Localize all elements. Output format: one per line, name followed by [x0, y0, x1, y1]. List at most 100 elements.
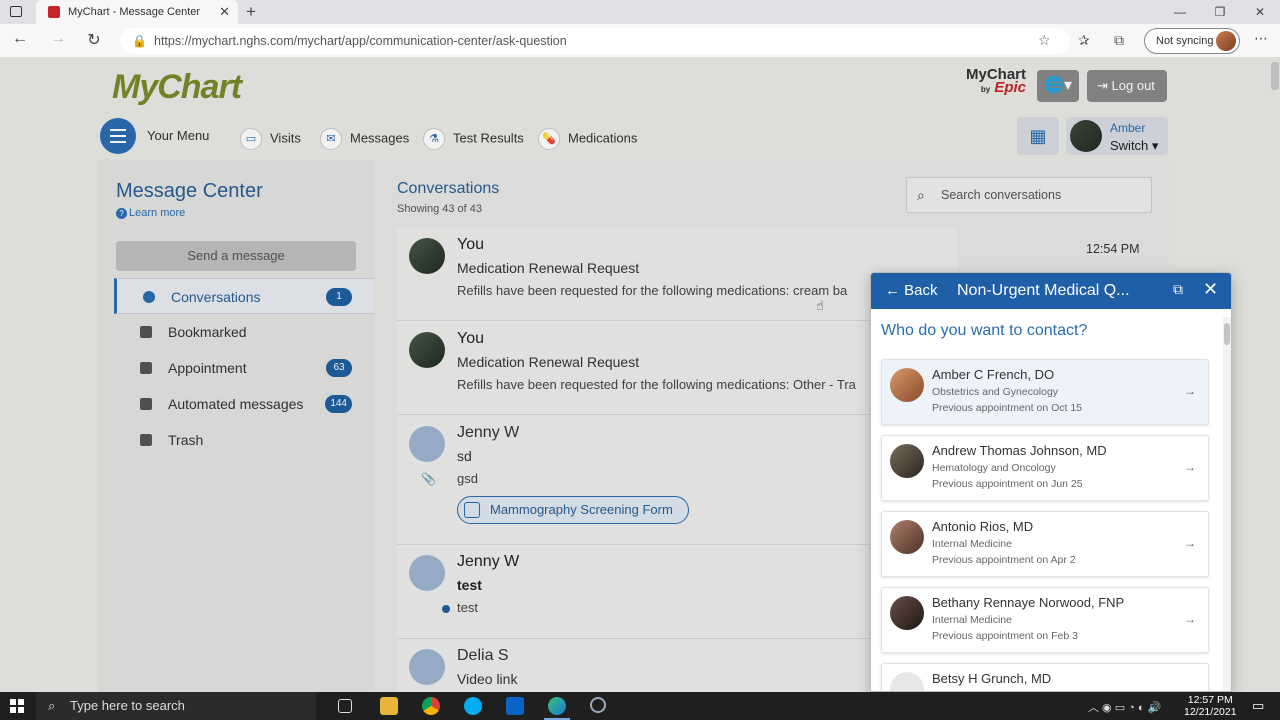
- send-message-button[interactable]: Send a message: [116, 241, 356, 271]
- provider-card[interactable]: Antonio Rios, MD Internal Medicine Previ…: [881, 511, 1209, 577]
- minimize-icon[interactable]: —: [1160, 0, 1200, 24]
- folder-icon: [140, 398, 152, 410]
- file-explorer-icon[interactable]: [380, 697, 398, 715]
- scrollbar-thumb[interactable]: [1224, 323, 1230, 345]
- folder-appointment[interactable]: Appointment 63: [114, 350, 374, 386]
- provider-card[interactable]: Amber C French, DO Obstetrics and Gyneco…: [881, 359, 1209, 425]
- qr-code-button[interactable]: ▦: [1017, 117, 1059, 155]
- your-menu-label[interactable]: Your Menu: [147, 128, 209, 143]
- skype-icon[interactable]: [464, 697, 482, 715]
- new-tab-icon[interactable]: +: [246, 2, 256, 22]
- provider-photo: [890, 596, 924, 630]
- conversation-sender: Jenny W: [457, 553, 520, 570]
- nav-messages[interactable]: ✉ Messages: [320, 128, 409, 150]
- hamburger-menu-icon[interactable]: [100, 118, 136, 154]
- folder-trash[interactable]: Trash: [114, 422, 374, 458]
- conversation-sender: You: [457, 236, 484, 253]
- form-icon: [464, 502, 480, 518]
- edge-icon[interactable]: [544, 697, 570, 720]
- outlook-icon[interactable]: [506, 697, 524, 715]
- pill-icon: 💊: [538, 128, 560, 150]
- back-arrow-icon[interactable]: ←: [8, 30, 32, 48]
- search-icon: ⌕: [48, 698, 56, 713]
- close-window-icon[interactable]: ✕: [1240, 0, 1280, 24]
- conversation-subject: Video link: [457, 671, 518, 687]
- browser-tab[interactable]: MyChart - Message Center ✕: [36, 0, 238, 24]
- folder-label: Appointment: [168, 360, 247, 376]
- logout-button[interactable]: ⇥ Log out: [1087, 70, 1167, 102]
- dialog-scrollbar[interactable]: [1223, 317, 1231, 691]
- provider-card[interactable]: Betsy H Grunch, MD: [881, 663, 1209, 691]
- brand-epic: Epic: [994, 79, 1027, 96]
- provider-card[interactable]: Andrew Thomas Johnson, MD Hematology and…: [881, 435, 1209, 501]
- dialog-question: Who do you want to contact?: [881, 322, 1088, 339]
- folder-label: Automated messages: [168, 396, 304, 412]
- avatar: [409, 555, 445, 591]
- nav-visits[interactable]: ▭ Visits: [240, 128, 301, 150]
- count-badge: 144: [325, 395, 352, 413]
- back-button[interactable]: ← Back: [885, 282, 938, 299]
- arrow-right-icon: →: [1184, 612, 1196, 626]
- mychart-logo[interactable]: MyChart: [112, 68, 242, 107]
- questionnaire-attachment[interactable]: Mammography Screening Form: [457, 496, 689, 524]
- taskbar-search-input[interactable]: ⌕ Type here to search: [36, 692, 316, 720]
- nav-test-results[interactable]: ⚗ Test Results: [423, 128, 524, 150]
- url-field[interactable]: 🔒 https://mychart.nghs.com/mychart/app/c…: [120, 28, 1070, 54]
- user-avatar: [1070, 120, 1102, 152]
- reload-icon[interactable]: ↻: [82, 30, 106, 50]
- folder-automated-messages[interactable]: Automated messages 144: [114, 386, 374, 422]
- arrow-right-icon: →: [1184, 460, 1196, 474]
- mychart-by-epic-logo: MyChart by Epic: [966, 67, 1027, 96]
- forward-arrow-icon[interactable]: →: [46, 30, 70, 48]
- profile-avatar: [1216, 31, 1236, 51]
- sync-status-button[interactable]: Not syncing: [1144, 28, 1240, 54]
- language-button[interactable]: 🌐▾: [1037, 70, 1079, 102]
- logout-label: Log out: [1111, 78, 1155, 93]
- page-scrollbar[interactable]: [1271, 62, 1279, 90]
- arrow-right-icon: →: [1184, 536, 1196, 550]
- browser-menu-icon[interactable]: ⋯: [1254, 30, 1268, 47]
- attachment-label: Mammography Screening Form: [490, 502, 673, 517]
- folder-bookmarked[interactable]: Bookmarked: [114, 314, 374, 350]
- envelope-icon: ✉: [320, 128, 342, 150]
- folder-label: Bookmarked: [168, 324, 247, 340]
- nav-medications[interactable]: 💊 Medications: [538, 128, 637, 150]
- windows-start-icon[interactable]: [10, 699, 24, 713]
- conversations-title: Conversations: [397, 180, 500, 197]
- conversation-subject: Medication Renewal Request: [457, 354, 640, 370]
- help-icon: ?: [116, 208, 127, 219]
- chrome-icon[interactable]: [422, 697, 440, 715]
- conversation-preview: Refills have been requested for the foll…: [457, 377, 856, 392]
- collections-icon[interactable]: ⧉: [1114, 32, 1124, 49]
- lock-icon[interactable]: 🔒: [132, 28, 147, 54]
- switch-account-button[interactable]: Amber Switch ▾: [1066, 117, 1168, 155]
- conversation-subject: test: [457, 577, 482, 593]
- conversation-search-input[interactable]: ⌕ Search conversations: [906, 177, 1152, 213]
- url-text: https://mychart.nghs.com/mychart/app/com…: [154, 34, 567, 48]
- maximize-icon[interactable]: ❐: [1200, 0, 1240, 24]
- sidebar-toggle-icon[interactable]: [10, 6, 22, 17]
- provider-name: Andrew Thomas Johnson, MD: [932, 443, 1107, 458]
- favorite-star-icon[interactable]: ☆: [1038, 32, 1051, 49]
- browser-tab-bar: MyChart - Message Center ✕ + — ❐ ✕: [0, 0, 1280, 24]
- provider-card[interactable]: Bethany Rennaye Norwood, FNP Internal Me…: [881, 587, 1209, 653]
- provider-last-appt: Previous appointment on Apr 2: [932, 554, 1076, 566]
- tab-close-icon[interactable]: ✕: [219, 4, 230, 20]
- close-icon[interactable]: ✕: [1203, 279, 1218, 300]
- sync-status-label: Not syncing: [1156, 35, 1214, 47]
- learn-more-link[interactable]: ? Learn more: [116, 207, 185, 219]
- globe-icon: 🌐▾: [1044, 77, 1072, 94]
- system-clock[interactable]: 12:57 PM 12/21/2021: [1184, 694, 1237, 718]
- chat-bubble-icon: [143, 291, 155, 303]
- windows-taskbar: ⌕ Type here to search ︿ ◉ ▭ ◔ ◐ 🔊 12:57 …: [0, 692, 1280, 720]
- brand-by: by: [980, 85, 991, 94]
- folder-conversations[interactable]: Conversations 1: [114, 278, 374, 314]
- task-view-icon[interactable]: [338, 699, 352, 713]
- system-tray[interactable]: ︿ ◉ ▭ ◔ ◐ 🔊: [1088, 699, 1161, 715]
- popout-icon[interactable]: ⧉: [1173, 281, 1183, 298]
- provider-specialty: Internal Medicine: [932, 538, 1012, 550]
- app-icon[interactable]: [590, 697, 606, 713]
- favorites-icon[interactable]: ✰: [1078, 32, 1090, 49]
- notifications-icon[interactable]: ▭: [1252, 698, 1264, 714]
- provider-photo: [890, 444, 924, 478]
